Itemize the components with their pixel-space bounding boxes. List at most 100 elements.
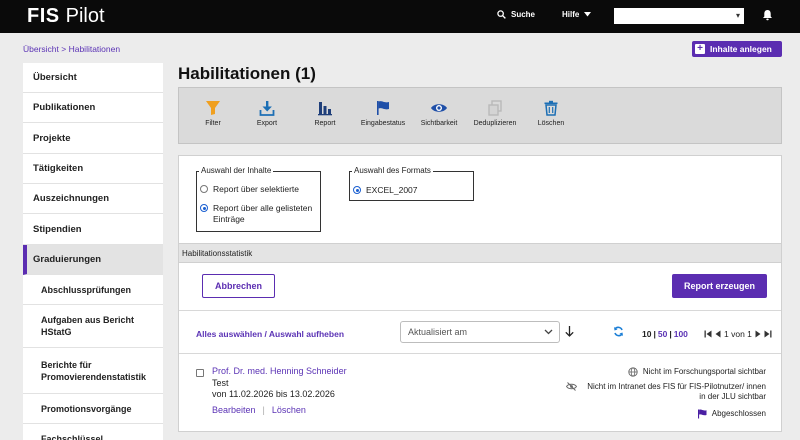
radio-format-excel[interactable]: EXCEL_2007: [353, 185, 418, 196]
status-completed-text: Abgeschlossen: [711, 409, 766, 418]
user-menu[interactable]: ▾: [614, 8, 744, 24]
sidebar-item-aufgaben-hstatg[interactable]: Aufgaben aus Bericht HStatG: [23, 305, 163, 348]
divider: [179, 310, 781, 311]
app-logo[interactable]: FIS Pilot: [27, 5, 105, 27]
sidebar-item-uebersicht[interactable]: Übersicht: [23, 63, 163, 93]
filter-icon: [206, 101, 220, 115]
report-panel: Auswahl der Inhalte Report über selektie…: [178, 155, 782, 432]
radio-button-checked[interactable]: [200, 204, 208, 212]
eye-icon: [431, 104, 447, 112]
radio-button[interactable]: [200, 185, 208, 193]
sidebar-item-berichte-promovierendenstatistik[interactable]: Berichte für Promovierendenstatistik: [23, 348, 163, 394]
add-content-label: Inhalte anlegen: [710, 44, 772, 54]
export-button[interactable]: Export: [237, 100, 297, 127]
action-separator: |: [262, 405, 265, 415]
top-bar: FIS Pilot Suche Hilfe ▾: [0, 0, 800, 33]
bar-chart-icon: [318, 102, 332, 116]
visibility-label: Sichtbarkeit: [420, 120, 458, 127]
search-icon: [497, 10, 506, 19]
sidebar-item-auszeichnungen[interactable]: Auszeichnungen: [23, 184, 163, 214]
breadcrumb[interactable]: Übersicht > Habilitationen: [23, 44, 120, 54]
content-selection-group: Auswahl der Inhalte Report über selektie…: [196, 166, 321, 232]
plus-icon: +: [695, 44, 705, 54]
page-size-100[interactable]: 100: [674, 329, 688, 339]
format-excel-label: EXCEL_2007: [366, 185, 418, 195]
entry-checkbox[interactable]: [196, 369, 204, 377]
deduplicate-button[interactable]: Deduplizieren: [465, 100, 525, 127]
radio-selected-label: Report über selektierte: [213, 184, 299, 194]
sort-select[interactable]: Aktualisiert am: [400, 321, 560, 343]
deselect-all-link[interactable]: Auswahl aufheben: [269, 329, 344, 339]
add-content-button[interactable]: + Inhalte anlegen: [692, 41, 782, 57]
format-selection-group: Auswahl des Formats EXCEL_2007: [349, 166, 474, 201]
sort-value: Aktualisiert am: [408, 327, 468, 337]
page-size-10[interactable]: 10: [642, 329, 651, 339]
sidebar-item-taetigkeiten[interactable]: Tätigkeiten: [23, 154, 163, 184]
entry-name-link[interactable]: Prof. Dr. med. Henning Schneider: [212, 366, 347, 376]
report-button[interactable]: Report: [295, 100, 355, 127]
last-page-icon[interactable]: [764, 330, 772, 338]
status-portal-text: Nicht im Forschungsportal sichtbar: [642, 367, 766, 376]
radio-all-items[interactable]: Report über alle gelisteten Einträge: [200, 203, 318, 225]
status-intranet: Nicht im Intranet des FIS für FIS-Pilotn…: [566, 382, 766, 402]
search-link[interactable]: Suche: [497, 10, 535, 19]
bell-icon: [763, 10, 772, 21]
edit-link[interactable]: Bearbeiten: [212, 405, 256, 415]
page-size-separator: |: [669, 329, 672, 339]
sidebar-item-fachschluessel[interactable]: Fachschlüssel: [23, 424, 163, 440]
flag-icon: [697, 409, 707, 419]
delete-button[interactable]: Löschen: [521, 100, 581, 127]
next-page-icon[interactable]: [755, 330, 761, 338]
cancel-button[interactable]: Abbrechen: [202, 274, 275, 298]
filter-button[interactable]: Filter: [183, 100, 243, 127]
delete-link[interactable]: Löschen: [272, 405, 306, 415]
duplicate-icon: [488, 100, 502, 116]
page-title: Habilitationen (1): [178, 64, 316, 83]
trash-icon: [544, 100, 558, 116]
status-portal: Nicht im Forschungsportal sichtbar: [628, 367, 766, 377]
statistics-bar: Habilitationsstatistik: [179, 243, 781, 263]
sidebar-item-stipendien[interactable]: Stipendien: [23, 214, 163, 245]
radio-button-checked[interactable]: [353, 186, 361, 194]
report-label: Report: [314, 120, 336, 127]
action-toolbar: Filter Export Report Eingabestatus Sicht…: [178, 87, 782, 144]
chevron-down-icon: [544, 329, 553, 335]
deduplicate-label: Deduplizieren: [473, 120, 517, 127]
download-icon: [259, 101, 275, 116]
logo-fis: FIS: [27, 5, 60, 27]
delete-label: Löschen: [537, 120, 565, 127]
radio-selected-items[interactable]: Report über selektierte: [200, 184, 299, 195]
help-label: Hilfe: [562, 10, 580, 19]
help-menu[interactable]: Hilfe: [562, 10, 592, 19]
sidebar-item-graduierungen[interactable]: Graduierungen: [23, 245, 163, 275]
status-intranet-text: Nicht im Intranet des FIS für FIS-Pilotn…: [587, 382, 766, 401]
sidebar-item-publikationen[interactable]: Publikationen: [23, 93, 163, 123]
globe-icon: [628, 367, 638, 377]
sidebar-item-promotionsvorgaenge[interactable]: Promotionsvorgänge: [23, 394, 163, 424]
page-size-selector: 10 | 50 | 100: [642, 329, 688, 339]
page-size-50[interactable]: 50: [658, 329, 667, 339]
export-label: Export: [256, 120, 278, 127]
create-report-button[interactable]: Report erzeugen: [672, 274, 767, 298]
visibility-button[interactable]: Sichtbarkeit: [409, 100, 469, 127]
entry-type: Test: [212, 378, 229, 388]
previous-page-icon[interactable]: [715, 330, 721, 338]
entry-date: von 11.02.2026 bis 13.02.2026: [212, 389, 335, 399]
first-page-icon[interactable]: [704, 330, 712, 338]
filter-label: Filter: [205, 120, 221, 127]
sort-direction-button[interactable]: [565, 326, 574, 340]
pagination: 1 von 1: [704, 329, 772, 339]
format-selection-legend: Auswahl des Formats: [352, 166, 433, 175]
notifications-button[interactable]: [762, 9, 773, 24]
page-size-separator: |: [653, 329, 656, 339]
input-status-label: Eingabestatus: [360, 120, 406, 127]
chevron-down-icon: [584, 12, 592, 17]
sidebar-item-projekte[interactable]: Projekte: [23, 123, 163, 154]
sidebar-item-abschlusspruefungen[interactable]: Abschlussprüfungen: [23, 275, 163, 305]
selection-links: Alles auswählen / Auswahl aufheben: [196, 329, 344, 339]
select-all-link[interactable]: Alles auswählen: [196, 329, 262, 339]
sidebar: Übersicht Publikationen Projekte Tätigke…: [23, 63, 163, 440]
refresh-button[interactable]: [613, 326, 624, 340]
flag-icon: [377, 101, 389, 115]
input-status-button[interactable]: Eingabestatus: [353, 100, 413, 127]
